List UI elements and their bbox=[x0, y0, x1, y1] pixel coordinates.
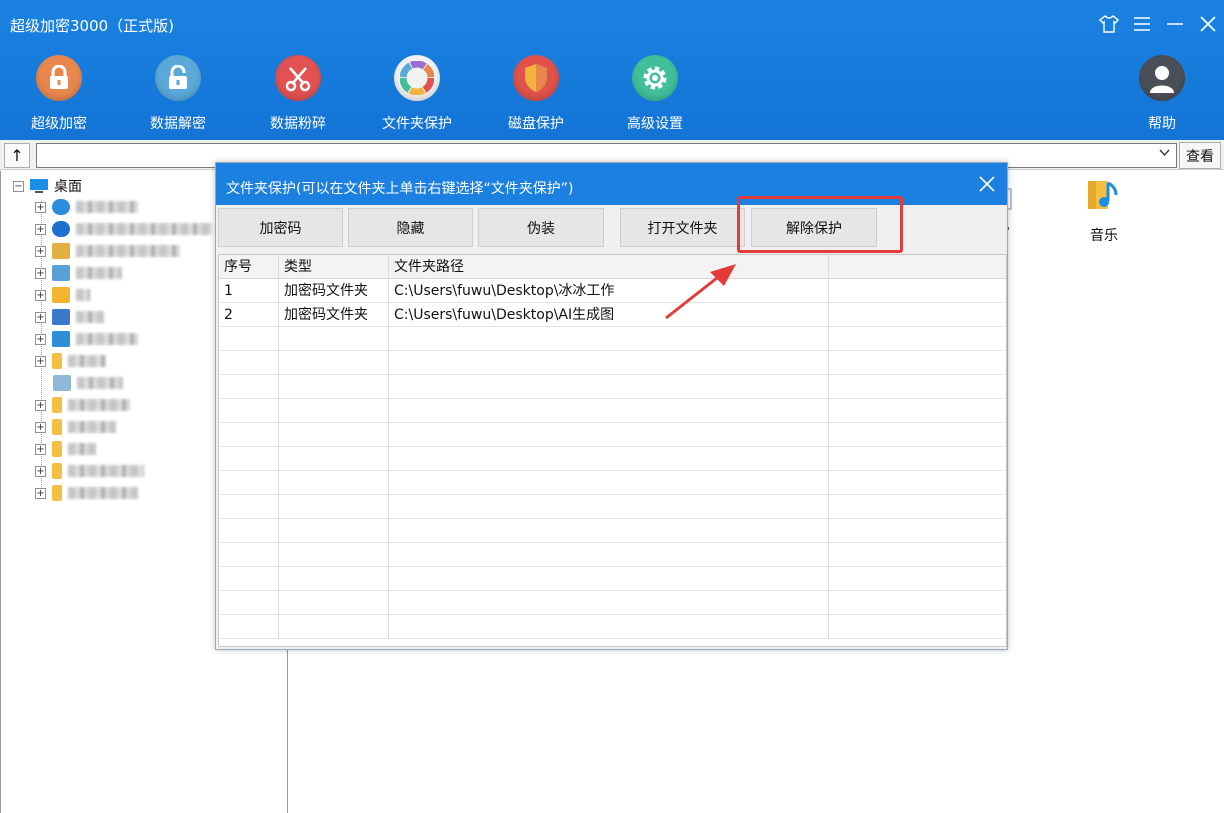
close-icon[interactable] bbox=[1191, 6, 1224, 42]
network-icon bbox=[52, 309, 70, 325]
tree-item[interactable] bbox=[53, 374, 123, 392]
open-folder-button[interactable]: 打开文件夹 bbox=[620, 208, 745, 247]
hide-button[interactable]: 隐藏 bbox=[348, 208, 473, 247]
folder-icon bbox=[52, 353, 62, 369]
tree-item[interactable]: + bbox=[35, 462, 144, 480]
recycle-bin-icon bbox=[53, 375, 71, 391]
music-folder-icon bbox=[1088, 181, 1118, 209]
dialog-close-icon[interactable] bbox=[977, 174, 997, 194]
desktop-icon bbox=[30, 179, 48, 193]
app-title: 超级加密3000（正式版) bbox=[10, 17, 175, 35]
tree-item[interactable]: + bbox=[35, 418, 116, 436]
user-folder-icon bbox=[52, 243, 70, 259]
table-row bbox=[219, 471, 1006, 495]
color-wheel-icon bbox=[394, 55, 440, 101]
row-path: C:\Users\fuwu\Desktop\AI生成图 bbox=[389, 303, 829, 327]
tree-item[interactable]: + bbox=[35, 352, 106, 370]
tree-item[interactable]: + bbox=[35, 242, 180, 260]
advanced-settings-button[interactable]: 高级设置 bbox=[600, 55, 710, 133]
table-header: 序号 类型 文件夹路径 bbox=[219, 255, 1006, 279]
control-panel-icon bbox=[52, 331, 70, 347]
library-icon bbox=[52, 287, 70, 303]
tree-root-label: 桌面 bbox=[54, 179, 82, 195]
row-extra bbox=[829, 279, 1006, 303]
view-button[interactable]: 查看 bbox=[1179, 142, 1221, 169]
computer-icon bbox=[52, 265, 70, 281]
title-toolbar-band: 超级加密3000（正式版) 超级加密 数据解密 数据粉碎 文件夹保护 磁盘保护 … bbox=[0, 0, 1224, 140]
set-password-button[interactable]: 加密码 bbox=[218, 208, 343, 247]
folder-icon bbox=[52, 441, 62, 457]
table-row bbox=[219, 375, 1006, 399]
tree-item[interactable]: + bbox=[35, 220, 212, 238]
unlock-icon bbox=[155, 55, 201, 101]
help-button[interactable]: 帮助 bbox=[1107, 55, 1217, 133]
table-row bbox=[219, 423, 1006, 447]
highlight-box bbox=[737, 196, 903, 253]
cloud-icon bbox=[52, 221, 70, 237]
tree-root-desktop[interactable]: − 桌面 bbox=[13, 176, 82, 196]
minimize-icon[interactable] bbox=[1158, 6, 1191, 42]
folder-protect-button[interactable]: 文件夹保护 bbox=[362, 55, 472, 133]
table-row bbox=[219, 399, 1006, 423]
column-header[interactable]: 序号 bbox=[219, 255, 279, 279]
table-row[interactable]: 2 加密码文件夹 C:\Users\fuwu\Desktop\AI生成图 bbox=[219, 303, 1006, 327]
table-row bbox=[219, 351, 1006, 375]
tree-item[interactable]: + bbox=[35, 440, 96, 458]
user-avatar-icon bbox=[1139, 55, 1185, 101]
row-path: C:\Users\fuwu\Desktop\冰冰工作 bbox=[389, 279, 829, 303]
chevron-down-icon[interactable] bbox=[1159, 147, 1170, 160]
padlock-icon bbox=[36, 55, 82, 101]
folder-icon bbox=[52, 397, 62, 413]
table-row bbox=[219, 327, 1006, 351]
data-shred-button[interactable]: 数据粉碎 bbox=[243, 55, 353, 133]
annotation-arrow-icon bbox=[665, 264, 736, 320]
column-header[interactable]: 类型 bbox=[279, 255, 389, 279]
table-row bbox=[219, 543, 1006, 567]
folder-protect-dialog: 文件夹保护(可以在文件夹上单击右键选择“文件夹保护”) 加密码 隐藏 伪装 打开… bbox=[215, 162, 1008, 650]
collapse-icon[interactable]: − bbox=[13, 180, 24, 192]
row-index: 1 bbox=[219, 279, 279, 303]
up-button[interactable]: ↑ bbox=[4, 143, 30, 168]
gear-icon bbox=[632, 55, 678, 101]
table-row bbox=[219, 591, 1006, 615]
super-encrypt-button[interactable]: 超级加密 bbox=[4, 55, 114, 133]
table-row bbox=[219, 495, 1006, 519]
tree-item[interactable]: + bbox=[35, 330, 138, 348]
table-row bbox=[219, 447, 1006, 471]
scissors-icon bbox=[275, 55, 321, 101]
window-controls bbox=[1092, 6, 1224, 42]
shield-icon bbox=[513, 55, 559, 101]
row-type: 加密码文件夹 bbox=[279, 279, 389, 303]
table-row bbox=[219, 519, 1006, 543]
tree-item[interactable]: + bbox=[35, 308, 104, 326]
menu-icon[interactable] bbox=[1125, 6, 1158, 42]
data-decrypt-button[interactable]: 数据解密 bbox=[123, 55, 233, 133]
disk-protect-button[interactable]: 磁盘保护 bbox=[481, 55, 591, 133]
column-header[interactable] bbox=[829, 255, 1006, 279]
tree-item[interactable]: + bbox=[35, 396, 130, 414]
column-header[interactable]: 文件夹路径 bbox=[389, 255, 829, 279]
row-index: 2 bbox=[219, 303, 279, 327]
file-item-music[interactable]: 音乐 bbox=[1076, 177, 1132, 245]
dialog-title: 文件夹保护(可以在文件夹上单击右键选择“文件夹保护”) bbox=[226, 181, 574, 197]
folder-icon bbox=[52, 463, 62, 479]
row-extra bbox=[829, 303, 1006, 327]
table-row bbox=[219, 567, 1006, 591]
folder-icon bbox=[52, 419, 62, 435]
cloud-icon bbox=[52, 199, 70, 215]
skin-icon[interactable] bbox=[1092, 6, 1125, 42]
tree-item[interactable]: + bbox=[35, 484, 138, 502]
disguise-button[interactable]: 伪装 bbox=[478, 208, 604, 247]
table-row bbox=[219, 615, 1006, 639]
table-row[interactable]: 1 加密码文件夹 C:\Users\fuwu\Desktop\冰冰工作 bbox=[219, 279, 1006, 303]
tree-item[interactable]: + bbox=[35, 264, 122, 282]
folder-icon bbox=[52, 485, 62, 501]
tree-item[interactable]: + bbox=[35, 198, 138, 216]
row-type: 加密码文件夹 bbox=[279, 303, 389, 327]
tree-item[interactable]: + bbox=[35, 286, 90, 304]
protected-folders-table: 序号 类型 文件夹路径 1 加密码文件夹 C:\Users\fuwu\Deskt… bbox=[218, 254, 1007, 647]
